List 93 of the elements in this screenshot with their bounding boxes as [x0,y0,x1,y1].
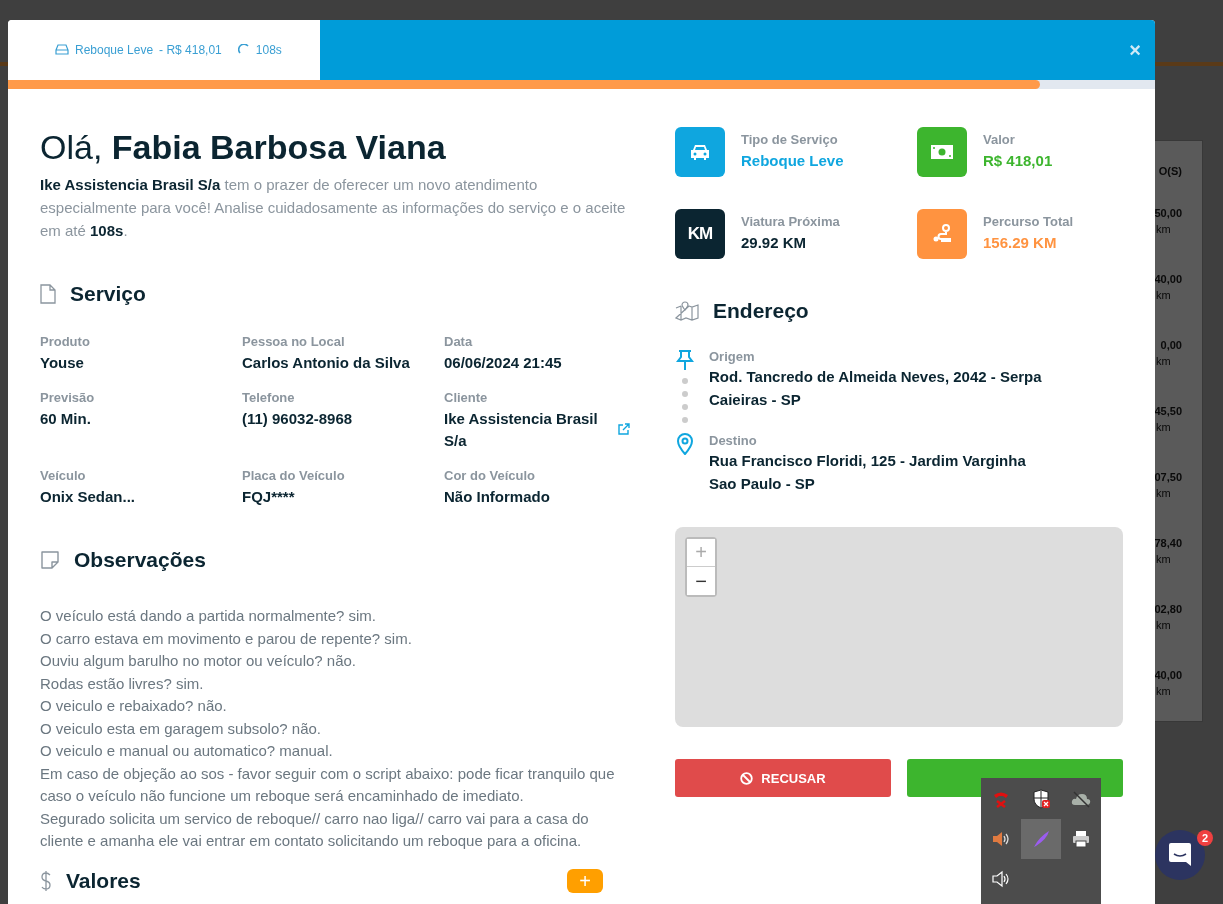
notification-badge: 2 [1197,830,1213,846]
section-heading: Serviço [70,282,146,306]
stop-label: Origem [709,349,756,365]
cloud-icon[interactable] [1071,791,1091,808]
field-value: 06/06/2024 21:45 [444,353,563,373]
stat-value: 29.92 KM [741,233,808,253]
chat-icon [1168,842,1192,868]
car-icon [689,143,711,161]
table-cell-text: 40,00 [1153,669,1183,681]
column-heading: O(S) [1157,165,1183,177]
zoom-in-button[interactable]: + [687,539,715,567]
stat-label: Valor [983,132,1016,148]
table-cell-text: 40,00 [1153,273,1183,285]
map[interactable]: + − [675,527,1123,727]
field-value: Youse [40,353,85,373]
dollar-icon [40,869,52,892]
shield-icon[interactable] [1033,789,1050,809]
table-cell-text: 07,50 [1153,471,1183,483]
pin-icon [676,349,694,371]
field-label: Produto [40,334,91,350]
block-icon [740,771,754,785]
stat-label: Tipo de Serviço [741,132,839,148]
stat-label: Viatura Próxima [741,214,840,230]
observation-text: Ouviu algum barulho no motor ou veículo? não. [40,651,358,671]
refuse-button[interactable]: RECUSAR [675,759,891,797]
table-cell-text: 50,00 [1153,207,1183,219]
table-cell-text: 02,80 [1153,603,1183,615]
note-icon [40,551,60,569]
unit-label: km [1155,289,1172,301]
price-label: - R$ 418,01 [159,43,222,57]
stat-label: Percurso Total [983,214,1074,230]
location-icon [676,433,694,455]
observation-text: Rodas estão livres? sim. [40,673,205,694]
table-cell-text: 78,40 [1153,537,1183,549]
field-value: (11) 96032-8968 [242,409,354,429]
table-cell-text: 45,50 [1153,405,1183,417]
field-value: Não Informado [444,487,551,507]
printer-icon[interactable] [1073,831,1089,848]
unit-label: km [1155,487,1172,499]
unit-label: km [1155,553,1172,565]
field-value: Carlos Antonio da Silva [242,353,411,373]
stat-value: Reboque Leve [741,151,844,171]
stop-label: Destino [709,433,758,449]
observation-text: O veiculo e manual ou automatico? manual. [40,741,334,761]
field-value: FQJ**** [242,487,296,507]
field-label: Telefone [242,390,296,406]
section-heading: Observações [74,548,206,572]
observation-text: O veículo está dando a partida normalmente? sim. [40,606,377,626]
address-text: Rod. Tancredo de Almeida Neves, 2042 - Serpa [709,367,1042,387]
km-icon: KM [687,224,713,244]
external-link-icon[interactable] [618,423,630,435]
banknote-icon [930,144,954,160]
field-label: Data [444,334,474,350]
timer-label: 108s [255,43,282,57]
field-label: Cliente [444,390,489,406]
map-icon [675,301,699,321]
section-heading: Valores [66,868,141,893]
stat-value: 156.29 KM [983,233,1058,253]
address-text: Caieiras - SP [709,390,802,410]
field-label: Cor do Veículo [444,468,536,484]
intro-text: Ike Assistencia Brasil S/a tem o prazer de oferecer um novo atendimento especialmente para você! Analise cuidadosamente as informações do serviço e o aceite em até 108s. [40,175,627,241]
address-text: Sao Paulo - SP [709,474,816,494]
observation-text: Segurado solicita um servico de reboque// carro nao liga// carro vai para a casa do cliente e amanha ele vai entrar em contato solicitando um reboque para a oficina. [40,808,590,851]
unit-label: km [1155,421,1172,433]
observation-text: O veiculo e rebaixado? não. [40,696,228,716]
greeting-heading: Olá, Fabia Barbosa Viana [40,127,447,167]
observation-text: O veiculo esta em garagem subsolo? não. [40,718,322,739]
speaker-icon[interactable] [992,870,1009,888]
stat-value: R$ 418,01 [983,151,1053,171]
field-label: Veículo [40,468,87,484]
unit-label: km [1155,685,1172,697]
field-label: Placa do Veículo [242,468,346,484]
field-label: Previsão [40,390,96,406]
observation-text: Em caso de objeção ao sos - favor seguir com o script abaixo: pode ficar tranquilo que caso o veículo não funcione um reboque será encaminhado de imediato. [40,763,616,806]
document-icon [40,284,56,304]
unit-label: km [1155,355,1172,367]
field-label: Pessoa no Local [242,334,346,350]
service-label: Reboque Leve [75,43,154,57]
add-button[interactable]: + [567,868,603,893]
speaker-icon[interactable] [993,832,1009,846]
observation-text: O carro estava em movimento e parou de repente? sim. [40,628,413,649]
route-icon [932,224,952,244]
unit-label: km [1155,223,1172,235]
address-text: Rua Francisco Floridi, 125 - Jardim Varginha [709,451,1026,471]
car-icon [55,44,69,56]
field-value: Ike Assistencia Brasil S/a [444,409,599,451]
close-button[interactable]: × [1129,38,1141,62]
section-heading: Endereço [713,299,809,323]
spinner-icon [237,44,250,56]
table-cell-text: 0,00 [1159,339,1183,351]
field-value: 60 Min. [40,409,92,429]
unit-label: km [1155,619,1172,631]
field-value: Onix Sedan... [40,487,137,507]
